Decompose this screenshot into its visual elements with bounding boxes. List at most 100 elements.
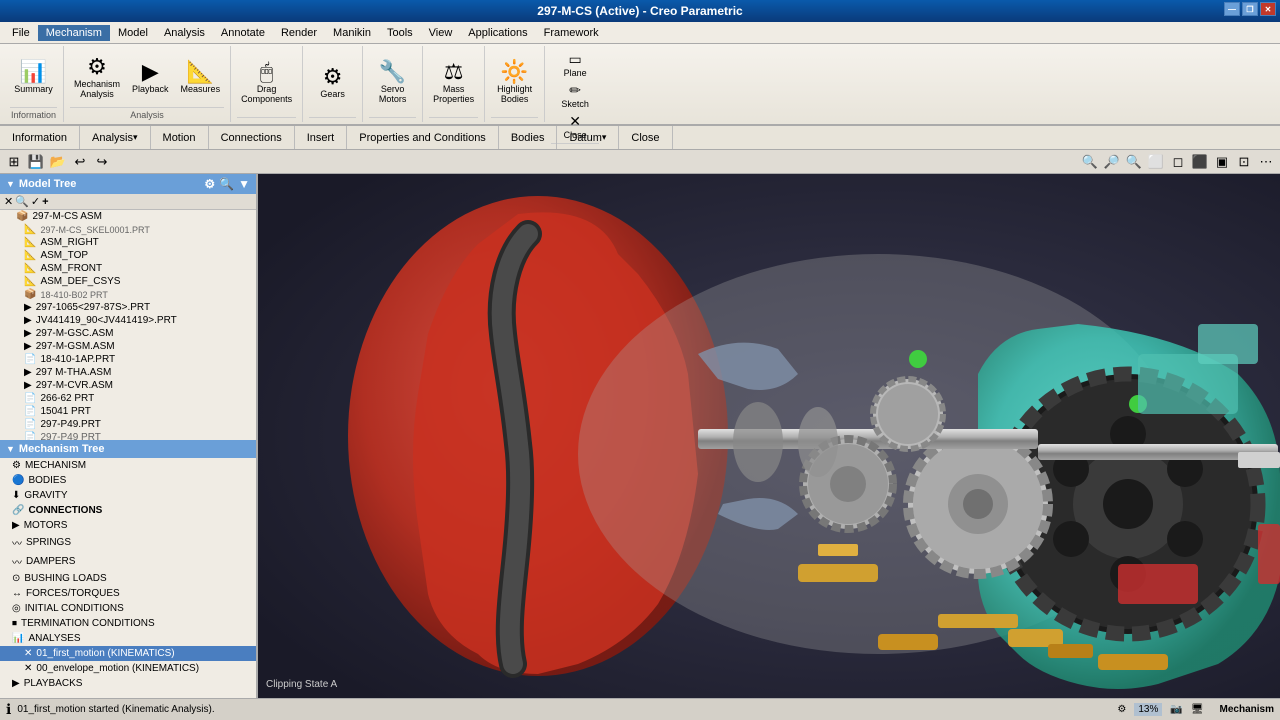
menu-tools[interactable]: Tools [379,25,421,41]
sec-btn-motion[interactable]: Motion [151,126,209,149]
ribbon-btn-gears[interactable]: ⚙ Gears [313,64,353,101]
tree-item-skel[interactable]: 📐297-M-CS_SKEL0001.PRT [0,223,256,236]
menu-manikin[interactable]: Manikin [325,25,379,41]
tree-item-asm-right[interactable]: 📐ASM_RIGHT [0,236,256,249]
mech-item-motors[interactable]: ▶MOTORS [0,518,256,533]
mechanism-tree-content: ⚙MECHANISM 🔵BODIES ⬇GRAVITY 🔗CONNECTIONS… [0,458,256,698]
mechanism-analysis-icon: ⚙ [87,56,107,78]
tree-item-gsc[interactable]: ▶297-M-GSC.ASM [0,327,256,340]
mech-item-envelope-motion[interactable]: ✕00_envelope_motion (KINEMATICS) [0,661,256,676]
tree-filter-btn[interactable]: 🔍 [15,195,29,208]
sec-btn-properties-conditions[interactable]: Properties and Conditions [347,126,499,149]
mech-item-bodies[interactable]: 🔵BODIES [0,473,256,488]
qb-btn-view1[interactable]: ⬜ [1146,152,1166,172]
menu-render[interactable]: Render [273,25,325,41]
sec-btn-close[interactable]: Close [619,126,672,149]
qb-btn-grid[interactable]: ⊞ [4,152,24,172]
menu-mechanism[interactable]: Mechanism [38,25,110,41]
ribbon-btn-measures[interactable]: 📐 Measures [177,59,225,96]
tree-item-gsm[interactable]: ▶297-M-GSM.ASM [0,340,256,353]
model-tree-btn-search[interactable]: 🔍 [219,177,234,191]
menu-model[interactable]: Model [110,25,156,41]
tree-item-1ap[interactable]: 📄18-410-1AP.PRT [0,353,256,366]
ribbon-btn-summary[interactable]: 📊 Summary [10,59,57,96]
tree-item-root[interactable]: 📦297-M-CS ASM [0,210,256,223]
ribbon-btn-drag-components[interactable]: 🖱 DragComponents [237,59,296,106]
qb-btn-open[interactable]: 📂 [48,152,68,172]
mech-item-dampers[interactable]: 〰DAMPERS [0,552,256,571]
ribbon-btn-playback[interactable]: ▶ Playback [128,59,173,96]
ribbon-btn-plane[interactable]: ▭ Plane [561,50,590,79]
qb-btn-view4[interactable]: ▣ [1212,152,1232,172]
mech-item-initial-conditions[interactable]: ◎INITIAL CONDITIONS [0,601,256,616]
tree-item-asm-def-csys[interactable]: 📐ASM_DEF_CSYS [0,275,256,288]
tree-item-asm-front[interactable]: 📐ASM_FRONT [0,262,256,275]
model-tree-btn-more[interactable]: ▼ [238,177,250,191]
mech-item-springs[interactable]: 〰SPRINGS [0,533,256,552]
qb-btn-view5[interactable]: ⊡ [1234,152,1254,172]
status-icon-settings[interactable]: ⚙ [1117,704,1126,715]
qb-btn-save[interactable]: 💾 [26,152,46,172]
mech-item-gravity[interactable]: ⬇GRAVITY [0,488,256,503]
ribbon-btn-sketch[interactable]: ✏ Sketch [558,81,592,110]
ribbon-btn-mechanism-analysis[interactable]: ⚙ MechanismAnalysis [70,54,124,101]
mech-item-first-motion[interactable]: ✕01_first_motion (KINEMATICS) [0,646,256,661]
restore-button[interactable]: ❐ [1242,2,1258,16]
mechanism-tree-section: ▼Mechanism Tree ⚙MECHANISM 🔵BODIES ⬇GRAV… [0,440,256,698]
sec-btn-connections[interactable]: Connections [209,126,295,149]
sec-btn-analysis[interactable]: Analysis [80,126,151,149]
sec-btn-information[interactable]: Information [0,126,80,149]
menu-framework[interactable]: Framework [536,25,607,41]
menu-annotate[interactable]: Annotate [213,25,273,41]
mech-item-mechanism[interactable]: ⚙MECHANISM [0,458,256,473]
status-icon-camera[interactable]: 📷 [1170,704,1182,715]
menu-view[interactable]: View [421,25,461,41]
tree-item-b02[interactable]: 📦18-410-B02 PRT [0,288,256,301]
qb-btn-view3[interactable]: ⬛ [1190,152,1210,172]
sec-btn-datum[interactable]: Datum [557,126,619,149]
qb-btn-view6[interactable]: ⋯ [1256,152,1276,172]
model-tree-header[interactable]: ▼Model Tree ⚙ 🔍 ▼ [0,174,256,194]
qb-btn-zoom-fit[interactable]: 🔍 [1080,152,1100,172]
sec-btn-bodies[interactable]: Bodies [499,126,558,149]
mech-item-forces-torques[interactable]: ↔FORCES/TORQUES [0,586,256,601]
status-icon-screen[interactable]: 🖥 [1191,704,1204,715]
sec-btn-insert[interactable]: Insert [295,126,348,149]
minimize-button[interactable]: — [1224,2,1240,16]
ribbon-btn-servo-motors[interactable]: 🔧 ServoMotors [373,59,413,106]
mech-item-termination[interactable]: ⏹TERMINATION CONDITIONS [0,616,256,631]
tree-add-btn[interactable]: + [42,196,48,208]
qb-btn-view2[interactable]: ◻ [1168,152,1188,172]
tree-item-297p49[interactable]: 📄297-P49.PRT [0,418,256,431]
tree-item-tha[interactable]: ▶297 M-THA.ASM [0,366,256,379]
mech-item-analyses[interactable]: 📊ANALYSES [0,631,256,646]
mech-item-playbacks[interactable]: ▶PLAYBACKS [0,676,256,691]
tree-item-cvr[interactable]: ▶297-M-CVR.ASM [0,379,256,392]
tree-item-1065[interactable]: ▶297-1065<297-87S>.PRT [0,301,256,314]
tree-item-asm-top[interactable]: 📐ASM_TOP [0,249,256,262]
menu-file[interactable]: File [4,25,38,41]
mechanism-tree-header[interactable]: ▼Mechanism Tree [0,440,256,458]
qb-btn-zoom-out[interactable]: 🔍 [1124,152,1144,172]
servo-motors-icon: 🔧 [379,61,406,83]
mech-item-connections[interactable]: 🔗CONNECTIONS [0,503,256,518]
tree-close-btn[interactable]: ✕ [4,195,13,208]
tree-check-btn[interactable]: ✓ [31,195,40,208]
menu-analysis[interactable]: Analysis [156,25,213,41]
tree-item-jv[interactable]: ▶JV441419_90<JV441419>.PRT [0,314,256,327]
model-tree-btn-settings[interactable]: ⚙ [204,177,215,191]
viewport[interactable]: Clipping State A ↗ [258,174,1280,698]
ribbon-btn-mass-properties[interactable]: ⚖ MassProperties [429,59,478,106]
qb-btn-undo[interactable]: ↩ [70,152,90,172]
menu-applications[interactable]: Applications [460,25,535,41]
secondary-toolbar: Information Analysis Motion Connections … [0,126,1280,150]
tree-item-266[interactable]: 📄266-62 PRT [0,392,256,405]
ribbon-group-analysis: ⚙ MechanismAnalysis ▶ Playback 📐 Measure… [64,46,231,122]
tree-item-297p49b[interactable]: 📄297-P49 PRT [0,431,256,440]
qb-btn-zoom-in[interactable]: 🔎 [1102,152,1122,172]
ribbon-btn-highlight-bodies[interactable]: 🔆 HighlightBodies [493,59,536,106]
tree-item-15041[interactable]: 📄15041 PRT [0,405,256,418]
close-button[interactable]: ✕ [1260,2,1276,16]
qb-btn-redo[interactable]: ↪ [92,152,112,172]
mech-item-bushing-loads[interactable]: ⊙BUSHING LOADS [0,571,256,586]
